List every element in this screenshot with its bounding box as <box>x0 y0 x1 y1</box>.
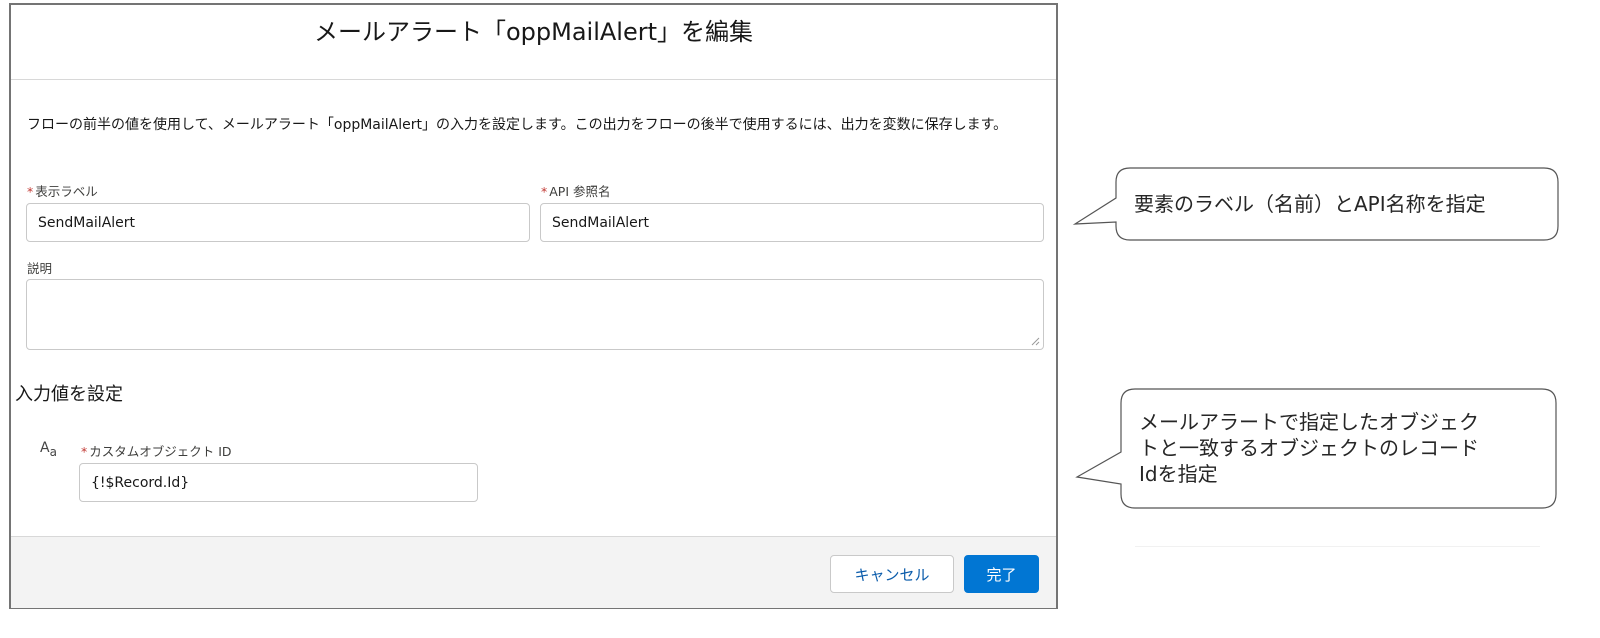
callout-text-1: 要素のラベル（名前）とAPI名称を指定 <box>1134 192 1486 216</box>
divider <box>1135 546 1540 547</box>
callout-shapes <box>1072 167 1559 509</box>
callout-text-2-line-1: メールアラートで指定したオブジェク <box>1139 410 1479 434</box>
callout-text-2-line-2: トと一致するオブジェクトのレコード <box>1139 436 1479 460</box>
callout-text-2-line-3: Idを指定 <box>1139 462 1218 486</box>
